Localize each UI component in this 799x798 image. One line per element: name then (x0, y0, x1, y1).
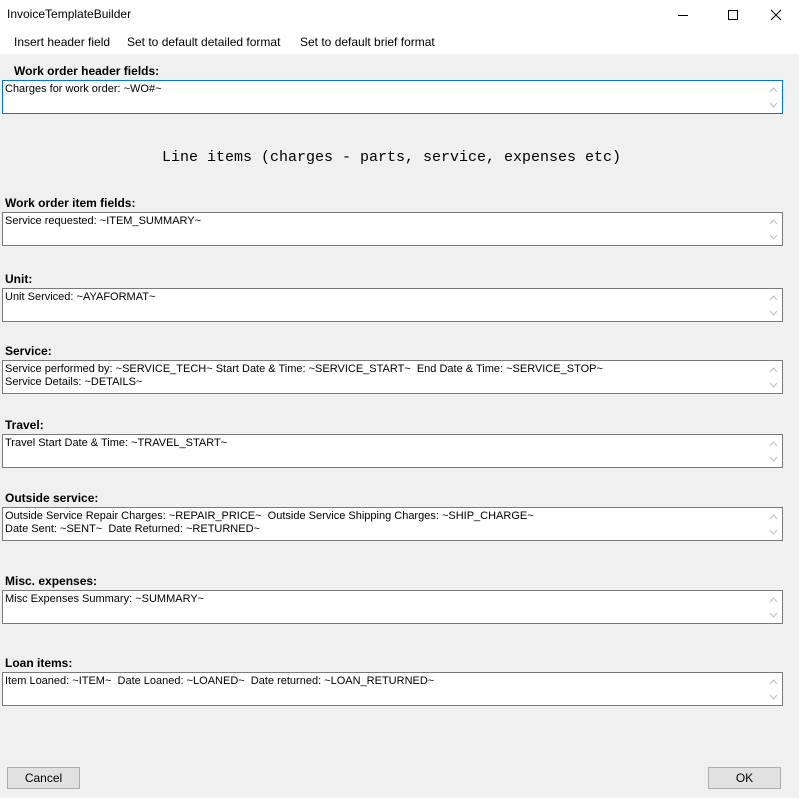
header-fields-textbox[interactable]: Charges for work order: ~WO#~ (2, 80, 783, 114)
chevron-down-icon[interactable] (769, 309, 778, 317)
window-title: InvoiceTemplateBuilder (7, 7, 132, 21)
line-items-heading: Line items (charges - parts, service, ex… (161, 149, 622, 166)
title-bar: InvoiceTemplateBuilder (0, 0, 799, 30)
ok-button[interactable]: OK (708, 767, 781, 789)
chevron-up-icon[interactable] (769, 513, 778, 521)
chevron-up-icon[interactable] (769, 596, 778, 604)
travel-text: Travel Start Date & Time: ~TRAVEL_START~ (5, 437, 228, 449)
misc-expenses-scrollbar[interactable] (765, 591, 782, 623)
unit-text: Unit Serviced: ~AYAFORMAT~ (5, 291, 156, 303)
chevron-down-icon[interactable] (769, 101, 778, 109)
unit-label: Unit: (5, 272, 33, 286)
chevron-down-icon[interactable] (769, 693, 778, 701)
chevron-down-icon[interactable] (769, 455, 778, 463)
chevron-up-icon[interactable] (769, 678, 778, 686)
outside-service-scrollbar[interactable] (765, 508, 782, 540)
service-text: Service performed by: ~SERVICE_TECH~ Sta… (5, 363, 603, 388)
chevron-up-icon[interactable] (769, 86, 778, 94)
service-textbox[interactable]: Service performed by: ~SERVICE_TECH~ Sta… (2, 360, 783, 394)
loan-items-textbox[interactable]: Item Loaned: ~ITEM~ Date Loaned: ~LOANED… (2, 672, 783, 706)
item-fields-scrollbar[interactable] (765, 213, 782, 245)
loan-items-label: Loan items: (5, 656, 73, 670)
chevron-up-icon[interactable] (769, 440, 778, 448)
minimize-icon (678, 15, 688, 16)
menu-insert-header-field[interactable]: Insert header field (14, 35, 110, 49)
menu-default-brief-format[interactable]: Set to default brief format (300, 35, 435, 49)
maximize-icon (728, 10, 738, 20)
chevron-down-icon[interactable] (769, 233, 778, 241)
header-fields-text: Charges for work order: ~WO#~ (5, 83, 162, 95)
item-fields-label: Work order item fields: (5, 196, 136, 210)
header-fields-label: Work order header fields: (14, 64, 160, 78)
close-icon (770, 9, 782, 21)
item-fields-text: Service requested: ~ITEM_SUMMARY~ (5, 215, 202, 227)
travel-scrollbar[interactable] (765, 435, 782, 467)
chevron-down-icon[interactable] (769, 611, 778, 619)
service-label: Service: (5, 344, 52, 358)
outside-service-text: Outside Service Repair Charges: ~REPAIR_… (5, 510, 534, 535)
chevron-down-icon[interactable] (769, 528, 778, 536)
chevron-up-icon[interactable] (769, 218, 778, 226)
outside-service-textbox[interactable]: Outside Service Repair Charges: ~REPAIR_… (2, 507, 783, 541)
loan-items-text: Item Loaned: ~ITEM~ Date Loaned: ~LOANED… (5, 675, 435, 687)
maximize-button[interactable] (710, 0, 756, 30)
minimize-button[interactable] (660, 0, 706, 30)
chevron-up-icon[interactable] (769, 294, 778, 302)
travel-label: Travel: (5, 418, 44, 432)
chevron-up-icon[interactable] (769, 366, 778, 374)
item-fields-textbox[interactable]: Service requested: ~ITEM_SUMMARY~ (2, 212, 783, 246)
outside-service-label: Outside service: (5, 491, 99, 505)
unit-scrollbar[interactable] (765, 289, 782, 321)
travel-textbox[interactable]: Travel Start Date & Time: ~TRAVEL_START~ (2, 434, 783, 468)
cancel-button[interactable]: Cancel (7, 767, 80, 789)
menu-bar: Insert header field Set to default detai… (0, 30, 799, 54)
service-scrollbar[interactable] (765, 361, 782, 393)
chevron-down-icon[interactable] (769, 381, 778, 389)
menu-default-detailed-format[interactable]: Set to default detailed format (127, 35, 280, 49)
loan-items-scrollbar[interactable] (765, 673, 782, 705)
misc-expenses-text: Misc Expenses Summary: ~SUMMARY~ (5, 593, 205, 605)
unit-textbox[interactable]: Unit Serviced: ~AYAFORMAT~ (2, 288, 783, 322)
misc-expenses-textbox[interactable]: Misc Expenses Summary: ~SUMMARY~ (2, 590, 783, 624)
close-button[interactable] (753, 0, 799, 30)
misc-expenses-label: Misc. expenses: (5, 574, 98, 588)
header-fields-scrollbar[interactable] (765, 81, 782, 113)
